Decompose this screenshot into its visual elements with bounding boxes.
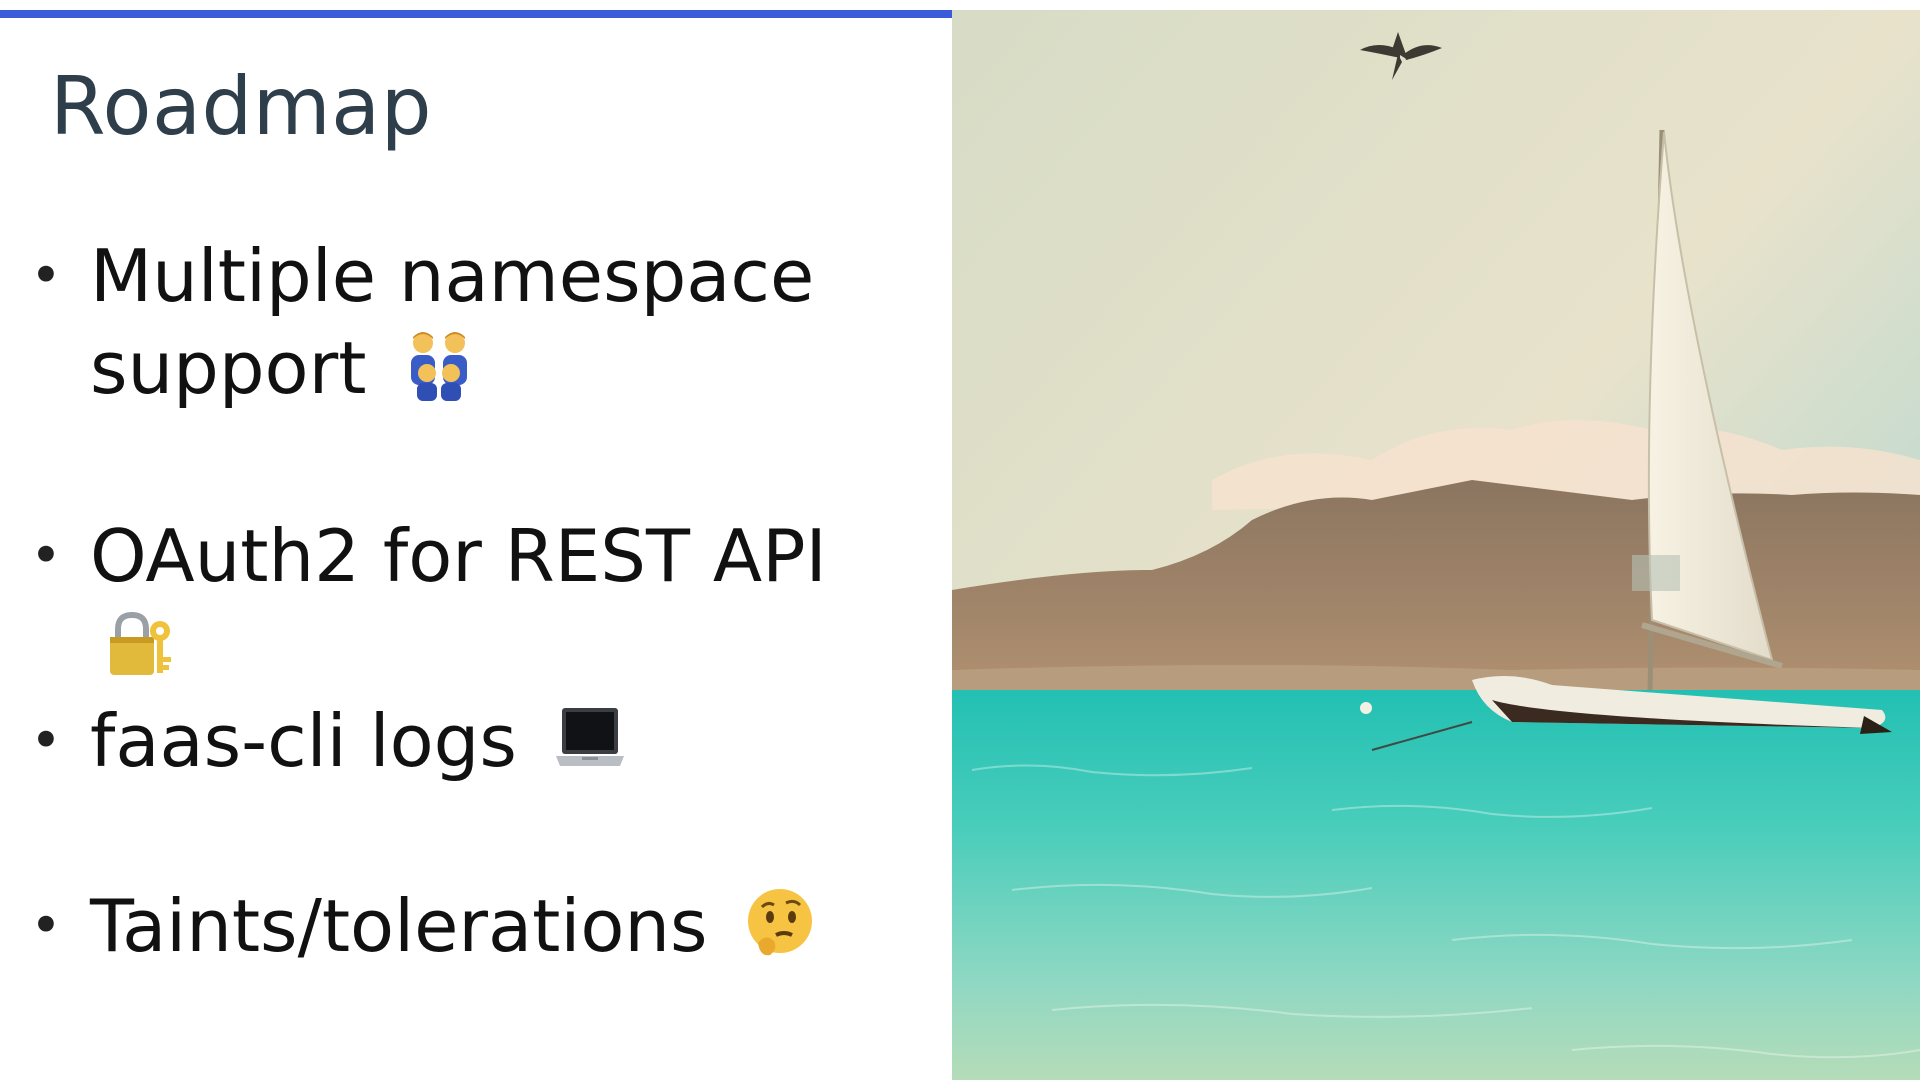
bullet-item: • Multiple namespace support	[30, 230, 870, 414]
bullet-text: faas-cli logs	[90, 695, 870, 787]
sailboat-photo	[952, 10, 1920, 1080]
slide-title: Roadmap	[50, 60, 432, 153]
bullet-text-line2: support	[90, 326, 367, 410]
family-icon	[403, 329, 475, 401]
thinking-face-icon	[744, 887, 816, 959]
bullet-dot: •	[30, 709, 62, 772]
laptop-icon	[554, 702, 626, 774]
bullet-dot: •	[30, 244, 62, 307]
bullet-item: • OAuth2 for REST API	[30, 510, 870, 694]
bullet-text-line1: faas-cli logs	[90, 699, 517, 783]
bullet-text: OAuth2 for REST API	[90, 510, 870, 694]
slide: Roadmap • Multiple namespace support • O…	[0, 0, 1920, 1080]
bullet-item: • faas-cli logs	[30, 695, 870, 787]
lock-key-icon	[104, 609, 176, 681]
bullet-text-line1: OAuth2 for REST API	[90, 514, 827, 598]
bullet-dot: •	[30, 524, 62, 587]
bullet-text: Multiple namespace support	[90, 230, 870, 414]
bullet-item: • Taints/tolerations	[30, 880, 870, 972]
bullet-text: Taints/tolerations	[90, 880, 870, 972]
bullet-text-line1: Taints/tolerations	[90, 884, 708, 968]
bullet-text-line1: Multiple namespace	[90, 234, 815, 318]
bullet-dot: •	[30, 894, 62, 957]
content-panel: Roadmap • Multiple namespace support • O…	[0, 0, 952, 1080]
